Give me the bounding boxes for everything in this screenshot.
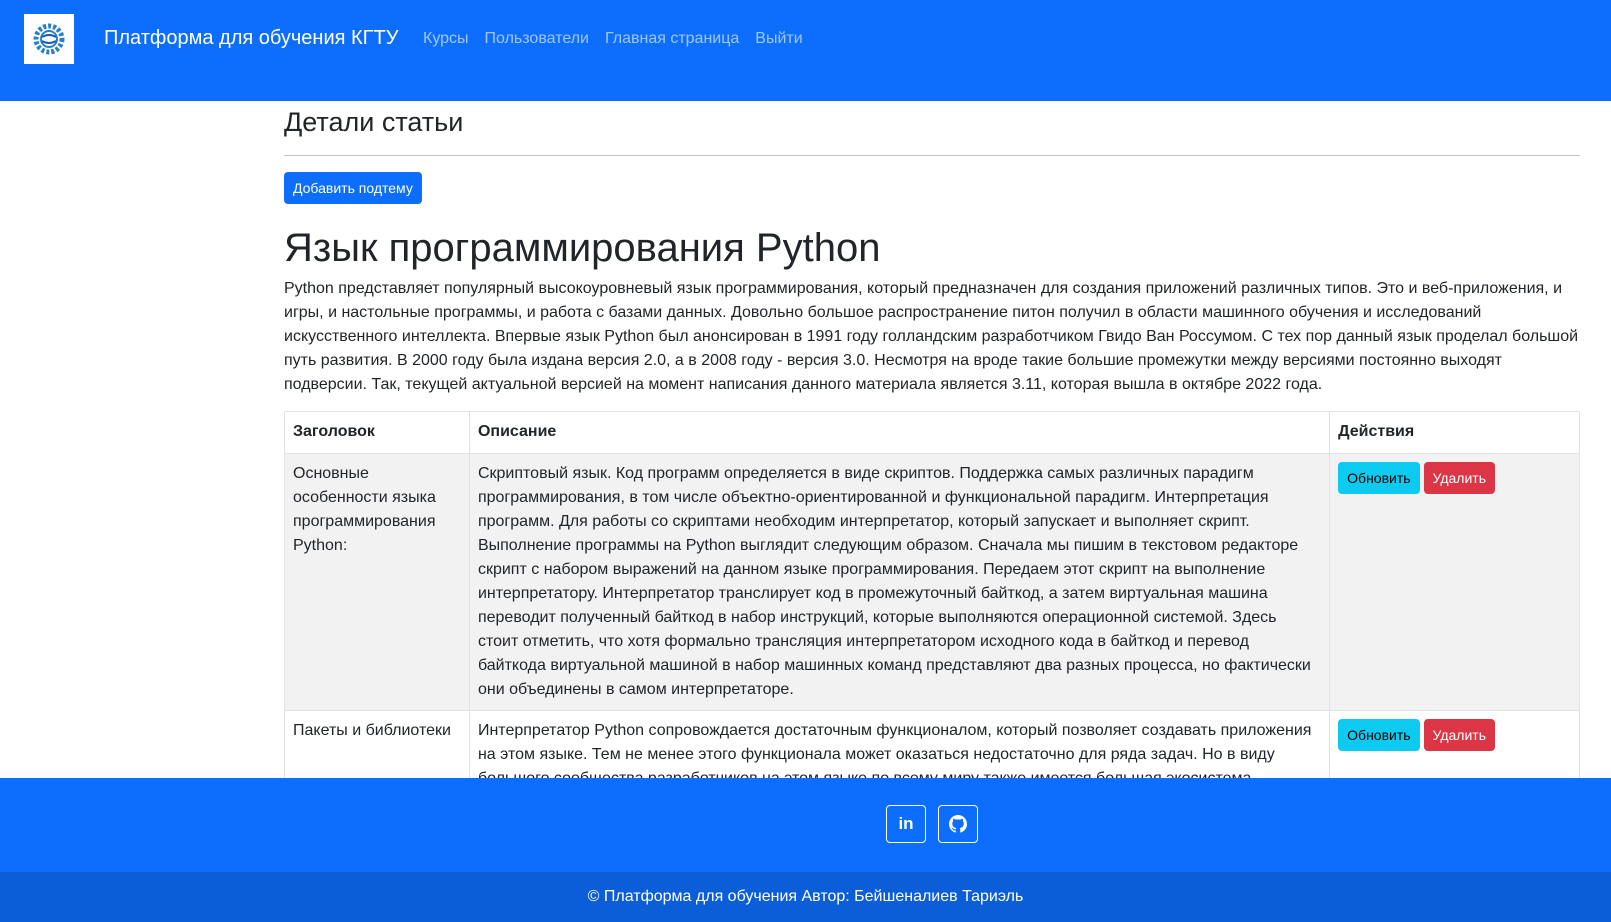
main-content: Детали статьи Добавить подтему Язык прог… [284, 101, 1580, 778]
gear-logo-icon[interactable] [24, 14, 74, 64]
row-title: Пакеты и библиотеки [284, 710, 470, 778]
nav-links: Курсы Пользователи Главная страница Выйт… [423, 30, 803, 48]
add-subtopic-button[interactable]: Добавить подтему [284, 172, 422, 204]
linkedin-icon[interactable]: in [886, 805, 926, 843]
page-title: Детали статьи [284, 107, 464, 137]
header-description: Описание [468, 411, 1331, 454]
header-actions: Действия [1329, 411, 1580, 454]
update-button[interactable]: Обновить [1338, 719, 1420, 751]
navbar: Платформа для обучения КГТУ Курсы Пользо… [0, 0, 1611, 101]
nav-link-logout[interactable]: Выйти [755, 30, 802, 48]
github-icon[interactable] [938, 805, 978, 843]
nav-link-home[interactable]: Главная страница [605, 30, 739, 48]
row-actions: Обновить Удалить [1329, 453, 1580, 711]
subtopics-table: Заголовок Описание Действия Основные осо… [284, 411, 1580, 778]
brand-title[interactable]: Платформа для обучения КГТУ [104, 27, 398, 50]
row-actions: Обновить Удалить [1329, 710, 1580, 778]
nav-link-courses[interactable]: Курсы [423, 30, 469, 48]
delete-button[interactable]: Удалить [1423, 462, 1495, 494]
delete-button[interactable]: Удалить [1423, 719, 1495, 751]
divider [284, 155, 1580, 156]
nav-link-users[interactable]: Пользователи [485, 30, 589, 48]
copyright-text: © Платформа для обучения Автор: Бейшенал… [0, 872, 1611, 922]
article-text: Python представляет популярный высокоуро… [284, 280, 1579, 393]
header-title: Заголовок [284, 411, 470, 454]
footer: in [0, 778, 1611, 872]
table-row: Основные особенности языка программирова… [284, 453, 1580, 711]
row-description: Интерпретатор Python сопровождается дост… [468, 710, 1331, 778]
table-row: Пакеты и библиотеки Интерпретатор Python… [284, 710, 1580, 778]
row-title: Основные особенности языка программирова… [284, 453, 470, 711]
article-title: Язык программирования Python [284, 226, 881, 270]
table-header-row: Заголовок Описание Действия [284, 411, 1580, 454]
row-description: Скриптовый язык. Код программ определяет… [468, 453, 1331, 711]
update-button[interactable]: Обновить [1338, 462, 1420, 494]
